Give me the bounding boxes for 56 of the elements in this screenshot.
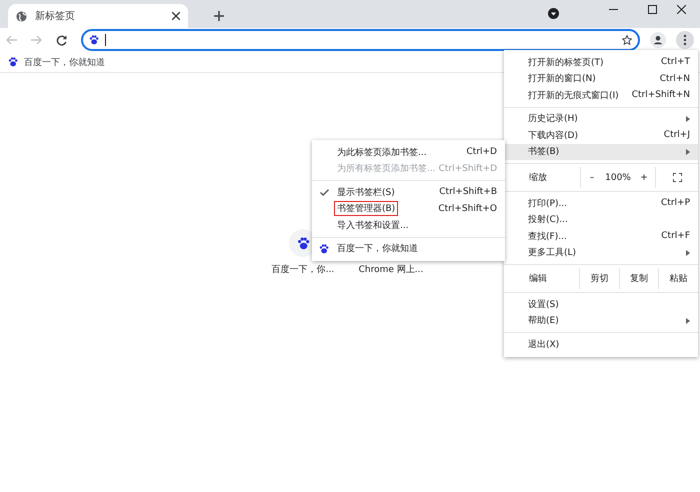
shortcut-text: Ctrl+Shift+B [439, 187, 497, 198]
menu-item[interactable]: 打开新的标签页(T) Ctrl+T [504, 54, 698, 70]
address-bar[interactable] [81, 29, 640, 51]
menu-item[interactable]: 书签(B) [504, 144, 698, 160]
menu-item[interactable]: 退出(X) [504, 336, 698, 352]
new-tab-icon[interactable] [214, 11, 224, 21]
menu-item[interactable]: 显示书签栏(S) Ctrl+Shift+B [312, 184, 505, 200]
bookmark-item[interactable]: 百度一下，你就知道 [8, 56, 105, 68]
zoom-value: 100% [604, 172, 632, 184]
shortcut-text: Ctrl+Shift+D [438, 164, 498, 174]
zoom-out-button[interactable]: – [580, 167, 603, 188]
shortcut-label[interactable]: 百度一下，你... [272, 263, 334, 276]
paw-icon [89, 35, 99, 45]
reload-icon[interactable] [56, 34, 67, 46]
menu-item[interactable]: 帮助(E) [504, 312, 698, 329]
menu-item[interactable]: 为此标签页添加书签... Ctrl+D [312, 144, 505, 160]
close-icon[interactable] [172, 12, 180, 20]
bookmark-menu-item[interactable]: 百度一下，你就知道 [312, 240, 505, 257]
menu-item[interactable]: 打印(P)... Ctrl+P [504, 195, 698, 212]
paw-icon [319, 244, 329, 254]
outlined-label: 书签管理器(B) [334, 201, 398, 216]
browser-tab[interactable]: 新标签页 [8, 4, 188, 28]
menu-item[interactable]: 下载内容(D) Ctrl+J [504, 127, 698, 144]
menu-item[interactable]: 历史记录(H) [504, 110, 698, 127]
paw-icon [296, 236, 310, 250]
menu-label: 导入书签和设置... [336, 220, 410, 233]
menu-icon[interactable] [676, 31, 694, 49]
dropdown-icon[interactable] [548, 8, 559, 19]
fullscreen-icon[interactable] [672, 173, 682, 182]
shortcut-text: Ctrl+Shift+O [438, 204, 497, 214]
edit-button[interactable]: 复制 [618, 268, 658, 289]
close-window-icon[interactable] [677, 5, 686, 14]
star-icon[interactable] [622, 35, 632, 45]
edit-button[interactable]: 剪切 [579, 268, 619, 289]
menu-label: 为所有标签页添加书签... [336, 162, 437, 176]
paw-icon [8, 57, 18, 67]
menu-item[interactable]: 导入书签和设置... [312, 217, 505, 234]
menu-item[interactable]: 更多工具(L) [504, 244, 698, 261]
maximize-icon[interactable] [648, 5, 657, 14]
shortcut-label[interactable]: Chrome 网上... [358, 263, 424, 276]
menu-item[interactable]: 打开新的无痕式窗口(I) Ctrl+Shift+N [504, 87, 698, 104]
zoom-in-button[interactable]: + [633, 167, 655, 188]
menu-item[interactable]: 打开新的窗口(N) Ctrl+N [504, 70, 698, 87]
edit-label: 编辑 [528, 272, 548, 286]
shortcut-text: Ctrl+D [466, 147, 497, 158]
zoom-label: 缩放 [528, 172, 548, 185]
menu-item[interactable]: 设置(S) [504, 296, 698, 312]
menu-label: 显示书签栏(S) [336, 186, 396, 200]
menu-label: 为此标签页添加书签... [336, 146, 428, 160]
profile-icon[interactable] [650, 32, 666, 48]
menu-item[interactable]: 书签管理器(B) Ctrl+Shift+O [312, 200, 505, 217]
edit-button[interactable]: 粘贴 [658, 268, 698, 289]
globe-icon [16, 10, 27, 22]
tab-title: 新标签页 [35, 10, 76, 23]
menu-item[interactable]: 查找(F)... Ctrl+F [504, 228, 698, 244]
menu-item[interactable]: 投射(C)... [504, 212, 698, 228]
